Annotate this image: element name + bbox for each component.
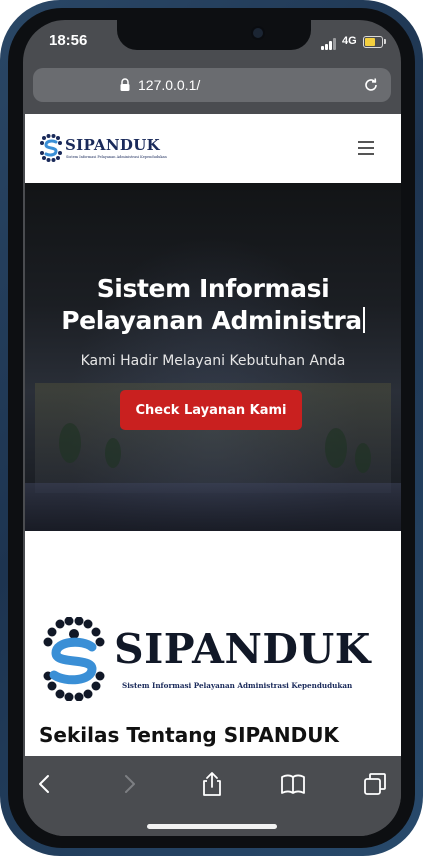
book-icon[interactable] [279, 770, 307, 798]
check-services-button[interactable]: Check Layanan Kami [120, 390, 302, 430]
home-indicator[interactable] [147, 824, 277, 829]
phone-frame: 18:56 4G 127.0.0.1/ SIPANDUK Sistem Info… [0, 0, 423, 856]
logo-tagline: Sistem Informasi Pelayanan Administrasi … [66, 155, 167, 159]
hero-tree [355, 443, 371, 473]
hero-title: Sistem Informasi Pelayanan Administra [25, 273, 401, 337]
notch [117, 20, 311, 50]
battery-cap [384, 39, 386, 44]
hero-section: Sistem Informasi Pelayanan Administra Ka… [25, 183, 401, 531]
forward-icon[interactable] [115, 770, 143, 798]
hero-tree [325, 428, 347, 468]
hero-subtitle: Kami Hadir Melayani Kebutuhan Anda [80, 353, 346, 369]
hamburger-menu-icon[interactable] [358, 141, 374, 155]
logo-wordmark: SIPANDUK [65, 136, 160, 154]
phone-screen: 18:56 4G 127.0.0.1/ SIPANDUK Sistem Info… [23, 20, 401, 836]
hero-tree [105, 438, 121, 468]
reload-icon[interactable] [363, 77, 379, 93]
share-icon[interactable] [198, 770, 226, 798]
status-bar: 18:56 4G [23, 20, 401, 64]
about-logo: SIPANDUK Sistem Informasi Pelayanan Admi… [42, 617, 387, 702]
web-page: SIPANDUK Sistem Informasi Pelayanan Admi… [25, 114, 401, 756]
site-logo[interactable]: SIPANDUK Sistem Informasi Pelayanan Admi… [40, 134, 167, 164]
url-text[interactable]: 127.0.0.1/ [138, 77, 200, 93]
status-time: 18:56 [49, 32, 88, 49]
back-icon[interactable] [31, 770, 59, 798]
about-logo-tagline: Sistem Informasi Pelayanan Administrasi … [122, 681, 353, 690]
battery-level [365, 38, 376, 46]
hero-title-line-2: Pelayanan Administra [25, 305, 401, 337]
typing-cursor [362, 307, 365, 333]
about-section: SIPANDUK Sistem Informasi Pelayanan Admi… [25, 531, 401, 756]
front-camera [251, 26, 265, 40]
address-bar[interactable]: 127.0.0.1/ [33, 68, 391, 102]
about-logo-wordmark: SIPANDUK [114, 625, 371, 673]
about-heading: Sekilas Tentang SIPANDUK [39, 723, 339, 747]
network-type: 4G [342, 35, 357, 47]
hero-tree [59, 423, 81, 463]
logo-emblem-icon [40, 134, 62, 162]
hero-title-line-1: Sistem Informasi [96, 274, 330, 303]
battery-icon [363, 36, 383, 48]
hero-title-typed-text: Pelayanan Administra [61, 306, 362, 335]
site-navbar: SIPANDUK Sistem Informasi Pelayanan Admi… [25, 114, 401, 183]
logo-emblem-icon [43, 617, 105, 701]
signal-icon [321, 38, 339, 50]
tabs-icon[interactable] [361, 770, 389, 798]
browser-toolbar [23, 756, 401, 836]
hero-background-ground [25, 483, 401, 531]
lock-icon [120, 78, 130, 91]
